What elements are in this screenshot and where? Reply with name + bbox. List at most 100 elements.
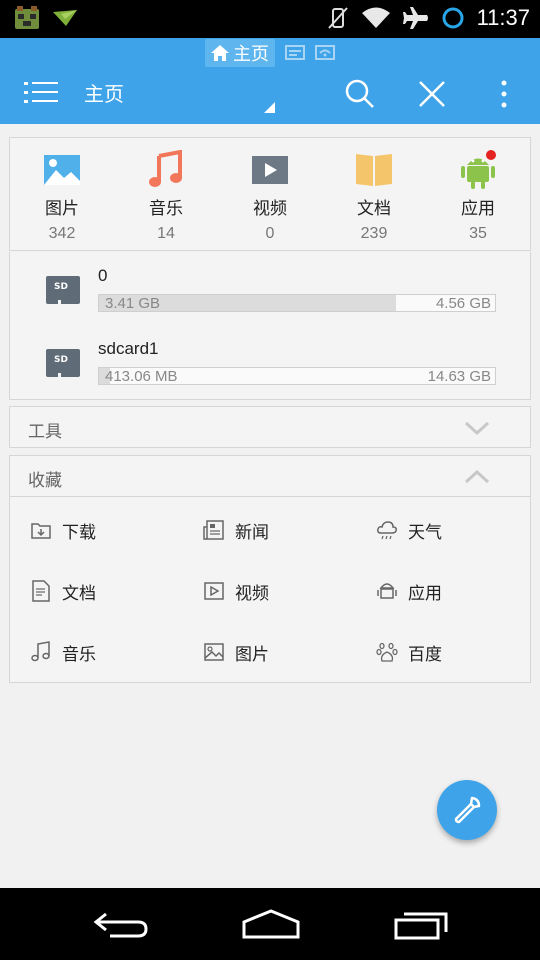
game-notification-icon: [15, 6, 39, 29]
svg-text:SD: SD: [54, 355, 68, 365]
music-icon: [31, 641, 50, 662]
wifi-icon: [361, 7, 390, 28]
category-count: 0: [265, 225, 275, 242]
favorite-weather[interactable]: 天气: [376, 515, 442, 545]
storage-item-internal[interactable]: SD 0 3.41 GB 4.56 GB: [10, 264, 530, 324]
favorites-grid: 下载 新闻 天气 文档 视频 应用 音乐 图片 百度: [9, 497, 531, 683]
category-label: 应用: [461, 199, 495, 219]
category-video[interactable]: 视频 0: [218, 138, 322, 250]
category-documents[interactable]: 文档 239: [322, 138, 426, 250]
weather-icon: [377, 521, 397, 540]
more-vertical-icon: [501, 80, 507, 108]
favorite-label: 文档: [62, 583, 96, 604]
download-folder-icon: [31, 523, 51, 539]
storage-used: 3.41 GB: [105, 295, 161, 312]
category-label: 文档: [357, 199, 391, 219]
category-count: 342: [48, 225, 76, 242]
storage-name: sdcard1: [98, 339, 159, 358]
category-label: 视频: [253, 199, 287, 219]
category-music[interactable]: 音乐 14: [114, 138, 218, 250]
search-button[interactable]: [340, 74, 380, 114]
app-toolbar: 主页 主页: [0, 38, 540, 124]
status-time: 11:37: [476, 5, 530, 30]
baidu-icon: [376, 642, 398, 662]
storage-usage-bar: 413.06 MB 14.63 GB: [98, 367, 496, 385]
back-icon[interactable]: [86, 906, 156, 942]
app-icon: [377, 583, 397, 599]
category-count: 35: [469, 225, 487, 242]
favorite-downloads[interactable]: 下载: [30, 515, 96, 545]
category-apps[interactable]: 应用 35: [426, 138, 530, 250]
breadcrumb-home[interactable]: 主页: [205, 39, 275, 67]
favorite-label: 新闻: [235, 522, 269, 543]
storage-usage-bar: 3.41 GB 4.56 GB: [98, 294, 496, 312]
storage-name: 0: [98, 266, 108, 285]
favorite-news[interactable]: 新闻: [203, 515, 269, 545]
image-icon: [204, 643, 224, 661]
video-icon: [252, 156, 288, 184]
favorite-label: 应用: [408, 583, 442, 604]
category-grid: 图片 342 音乐 14 视频 0 文档 239 应用 35: [9, 137, 531, 251]
update-badge: [486, 150, 496, 160]
more-options-button[interactable]: [484, 74, 524, 114]
menu-icon[interactable]: [24, 78, 60, 108]
wifi-share-window-icon[interactable]: [315, 45, 335, 61]
storage-used: 413.06 MB: [105, 368, 178, 385]
home-icon: [211, 45, 229, 61]
category-count: 239: [360, 225, 388, 242]
storage-item-sdcard1[interactable]: SD sdcard1 413.06 MB 14.63 GB: [10, 337, 530, 397]
storage-list: SD 0 3.41 GB 4.56 GB SD sdcard1 413.06 M…: [9, 252, 531, 400]
sync-ring-icon: [442, 7, 464, 29]
favorite-images[interactable]: 图片: [203, 637, 269, 667]
recent-apps-icon[interactable]: [386, 906, 456, 942]
svg-text:SD: SD: [54, 282, 68, 292]
vibrate-off-icon: [327, 7, 348, 29]
breadcrumb-home-label: 主页: [233, 44, 269, 65]
favorite-label: 图片: [235, 644, 269, 665]
favorite-label: 百度: [408, 644, 442, 665]
android-icon: [461, 150, 496, 189]
favorite-documents[interactable]: 文档: [30, 576, 96, 606]
window-switch-dropdown[interactable]: [264, 102, 275, 113]
video-icon: [204, 582, 224, 600]
home-nav-icon[interactable]: [236, 906, 306, 942]
news-icon: [203, 520, 224, 540]
storage-total: 4.56 GB: [435, 295, 491, 312]
sd-card-icon: SD: [46, 276, 80, 304]
favorite-music[interactable]: 音乐: [30, 637, 96, 667]
music-icon: [149, 150, 182, 187]
page-title: 主页: [84, 82, 124, 106]
status-bar: 11:37: [0, 0, 540, 38]
favorite-label: 天气: [408, 522, 442, 543]
close-window-button[interactable]: [412, 74, 452, 114]
category-images[interactable]: 图片 342: [10, 138, 114, 250]
document-icon: [32, 580, 50, 602]
send-notification-icon: [53, 10, 77, 26]
sd-card-icon: SD: [46, 349, 80, 377]
category-label: 音乐: [149, 199, 183, 219]
section-title: 工具: [28, 422, 62, 442]
category-label: 图片: [45, 199, 79, 219]
category-count: 14: [157, 225, 175, 242]
chevron-up-icon: [464, 469, 490, 484]
wrench-icon: [454, 796, 481, 824]
toolbox-fab[interactable]: [437, 780, 497, 840]
document-icon: [356, 154, 392, 186]
airplane-mode-icon: [402, 7, 428, 29]
favorite-video[interactable]: 视频: [203, 576, 269, 606]
search-icon: [345, 79, 374, 108]
storage-total: 14.63 GB: [427, 368, 491, 385]
system-nav-bar: [0, 888, 540, 960]
tools-section-header[interactable]: 工具: [9, 406, 531, 448]
image-icon: [44, 155, 80, 185]
favorite-label: 视频: [235, 583, 269, 604]
favorite-apps[interactable]: 应用: [376, 576, 442, 606]
section-title: 收藏: [28, 471, 62, 491]
favorite-label: 下载: [62, 522, 96, 543]
favorite-label: 音乐: [62, 644, 96, 665]
breadcrumb: 主页: [0, 39, 540, 67]
favorites-section-header[interactable]: 收藏: [9, 455, 531, 497]
close-icon: [419, 81, 445, 107]
favorite-baidu[interactable]: 百度: [376, 637, 442, 667]
ftp-window-icon[interactable]: [285, 45, 305, 61]
